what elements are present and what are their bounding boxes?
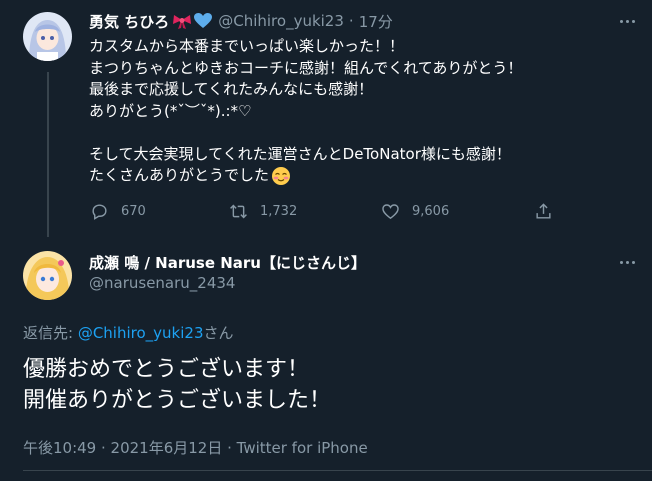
tweet1-more-icon[interactable] bbox=[617, 11, 637, 31]
tweet1-text: カスタムから本番までいっぱい楽しかった！！ まつりちゃんとゆきおコーチに感謝！組… bbox=[89, 36, 609, 187]
tweet2-timestamp[interactable]: 午後10:49 · 2021年6月12日 · Twitter for iPhon… bbox=[23, 437, 368, 458]
replying-to: 返信先: @Chihiro_yuki23さん bbox=[23, 322, 234, 343]
blue-heart-emoji bbox=[194, 13, 213, 29]
tweet2-line: 開催ありがとうございました！ bbox=[23, 388, 332, 413]
tweet1-line bbox=[89, 122, 609, 144]
tweet1-line: カスタムから本番までいっぱい楽しかった！！ bbox=[89, 37, 405, 55]
like-action[interactable]: 9,606 bbox=[381, 201, 449, 221]
tweet1-time-separator: · bbox=[348, 12, 354, 30]
tweet1-header: 勇気 ちひろ @Chihiro_yuki23 · 17分 bbox=[89, 10, 393, 32]
blush-emoji bbox=[271, 166, 291, 186]
bottom-divider bbox=[23, 470, 652, 471]
tweet1-line: そして大会実現してくれた運営さんとDeToNator様にも感謝！ bbox=[89, 144, 511, 163]
tweet1-display-name[interactable]: 勇気 ちひろ bbox=[89, 11, 169, 32]
tweet2-more-icon[interactable] bbox=[617, 252, 637, 272]
reply-action[interactable]: 670 bbox=[90, 201, 146, 221]
replying-to-label: 返信先: bbox=[23, 324, 78, 342]
thread-line bbox=[47, 72, 49, 237]
reply-icon bbox=[92, 203, 107, 220]
tweet1-line: まつりちゃんとゆきおコーチに感謝！組んでくれてありがとう！ bbox=[89, 58, 523, 77]
reply-count: 670 bbox=[121, 203, 146, 219]
tweet1-line: 最後まで応援してくれたみんなにも感謝！ bbox=[89, 80, 374, 98]
replying-to-suffix: さん bbox=[203, 324, 234, 342]
share-action[interactable] bbox=[534, 201, 565, 221]
share-icon bbox=[536, 202, 551, 219]
tweet1-line: たくさんありがとうでした bbox=[89, 166, 270, 184]
tweet1-time[interactable]: 17分 bbox=[359, 11, 393, 32]
tweet2-line: 優勝おめでとうございます！ bbox=[23, 357, 310, 382]
retweet-icon bbox=[230, 204, 247, 218]
ribbon-emoji bbox=[172, 13, 192, 29]
tweet1-line: ありがとう(*ˇ︶ˇ*).:*♡ bbox=[89, 101, 252, 120]
retweet-action[interactable]: 1,732 bbox=[229, 201, 297, 221]
like-icon bbox=[382, 203, 399, 219]
tweet1-handle[interactable]: @Chihiro_yuki23 bbox=[218, 12, 344, 30]
replying-to-handle[interactable]: @Chihiro_yuki23 bbox=[78, 324, 204, 342]
retweet-count: 1,732 bbox=[260, 203, 298, 219]
avatar-naru[interactable] bbox=[23, 251, 72, 300]
tweet2-handle[interactable]: @narusenaru_2434 bbox=[89, 274, 235, 292]
avatar-chihiro[interactable] bbox=[23, 12, 72, 61]
tweet2-display-name[interactable]: 成瀬 鳴 / Naruse Naru【にじさんじ】 bbox=[89, 252, 366, 273]
like-count: 9,606 bbox=[412, 203, 450, 219]
tweet1-last-line: たくさんありがとうでした bbox=[89, 165, 609, 187]
